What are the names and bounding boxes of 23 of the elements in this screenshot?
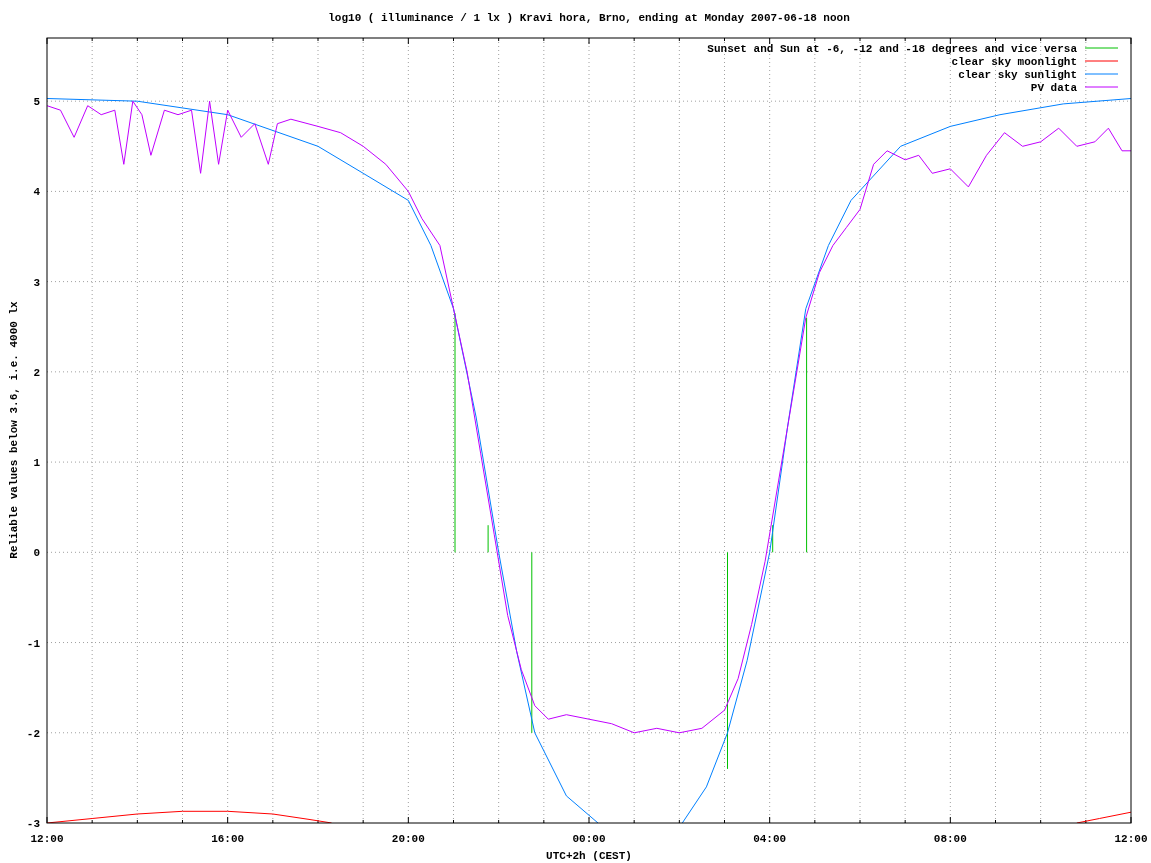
x-tick-label: 20:00 bbox=[391, 833, 425, 845]
x-tick-label: 00:00 bbox=[572, 833, 606, 845]
chart-title: log10 ( illuminance / 1 lx ) Kravi hora, Brno, ending at Monday 2007-06-18 noon bbox=[328, 12, 850, 24]
x-axis-label: UTC+2h (CEST) bbox=[546, 850, 632, 862]
y-tick-label: 1 bbox=[33, 457, 40, 470]
y-tick-label: -3 bbox=[26, 818, 40, 830]
x-tick-label: 08:00 bbox=[933, 833, 967, 845]
legend-label: clear sky moonlight bbox=[951, 56, 1077, 68]
y-tick-label: -1 bbox=[26, 637, 40, 650]
legend-label: PV data bbox=[1030, 82, 1077, 94]
y-tick-label: 4 bbox=[33, 186, 40, 199]
x-tick-label: 16:00 bbox=[211, 833, 245, 845]
y-tick-label: 2 bbox=[33, 366, 40, 379]
x-tick-label: 12:00 bbox=[30, 833, 64, 845]
y-tick-label: 0 bbox=[33, 547, 40, 560]
x-tick-label: 04:00 bbox=[753, 833, 787, 845]
legend-label: clear sky sunlight bbox=[958, 69, 1077, 81]
y-tick-label: -2 bbox=[26, 727, 40, 740]
y-tick-label: 5 bbox=[33, 96, 40, 109]
y-axis-label: Reliable values below 3.6, i.e. 4000 lx bbox=[8, 301, 20, 559]
x-tick-label: 12:00 bbox=[1114, 833, 1148, 845]
legend-label: Sunset and Sun at -6, -12 and -18 degrees and vice versa bbox=[707, 43, 1077, 55]
y-tick-label: 3 bbox=[33, 276, 40, 289]
